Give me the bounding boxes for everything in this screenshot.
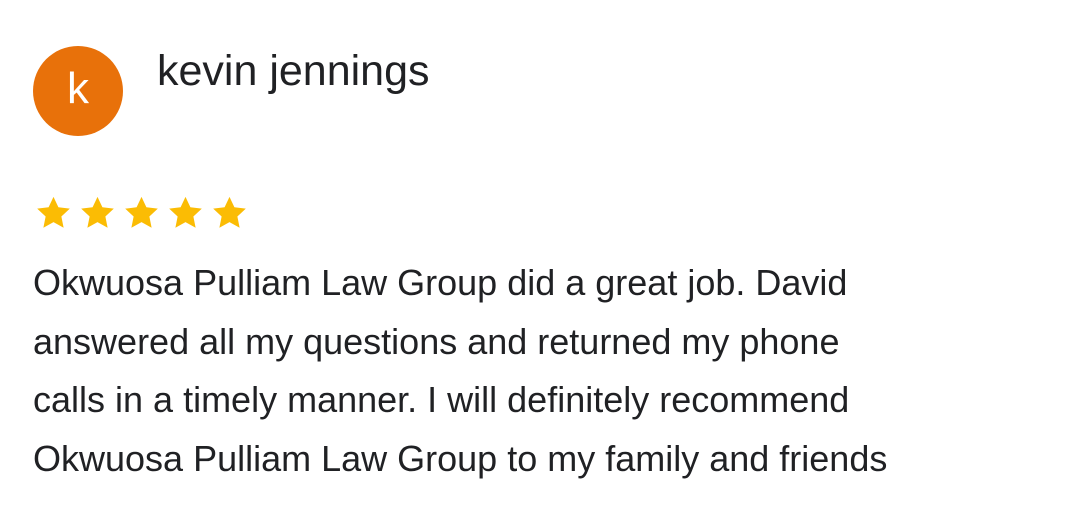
star-icon (81, 196, 114, 228)
star-icon (169, 196, 202, 228)
star-icon (125, 196, 158, 228)
reviewer-name[interactable]: kevin jennings (157, 44, 430, 98)
star-icon (213, 196, 246, 228)
review-card: k kevin jennings Okwuosa Pulliam Law Gro… (0, 0, 1074, 523)
star-rating (33, 194, 250, 232)
avatar[interactable]: k (33, 46, 123, 136)
review-text: Okwuosa Pulliam Law Group did a great jo… (33, 262, 888, 479)
star-icon (37, 196, 70, 228)
